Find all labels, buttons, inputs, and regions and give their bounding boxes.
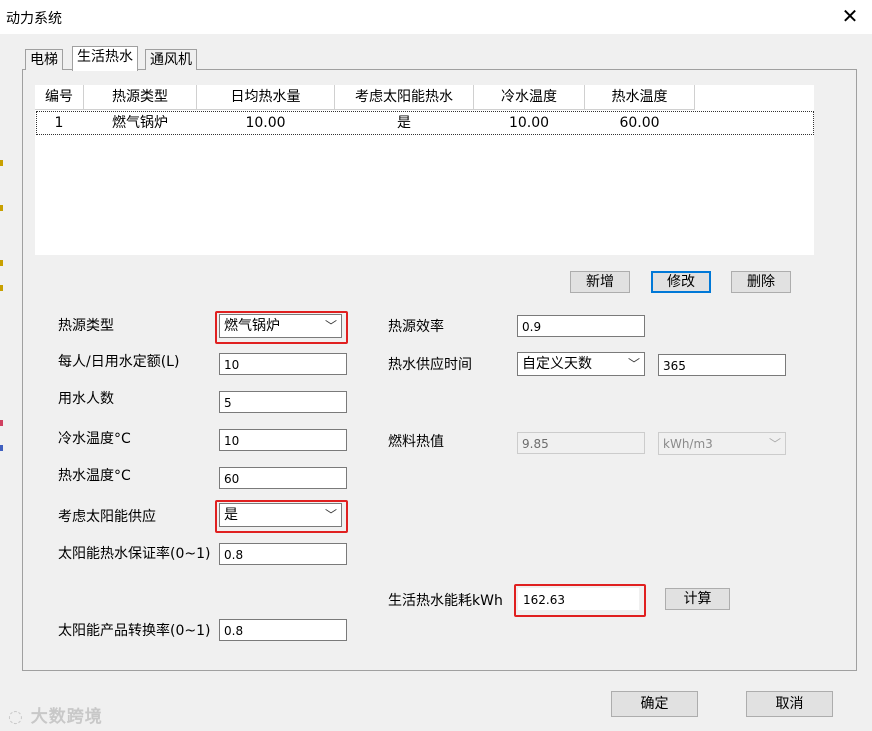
people-input[interactable]: 5	[219, 391, 347, 413]
add-button[interactable]: 新增	[570, 271, 630, 293]
background-edge-mark	[0, 160, 3, 166]
watermark-logo-icon: ◌	[8, 707, 24, 727]
column-header[interactable]: 日均热水量	[197, 85, 335, 110]
solar-value: 是	[224, 507, 238, 523]
ok-button[interactable]: 确定	[611, 691, 698, 717]
column-header[interactable]: 考虑太阳能热水	[335, 85, 474, 110]
fuel-heat-label: 燃料热值	[388, 434, 444, 450]
window-title: 动力系统	[6, 11, 62, 27]
heat-source-type-value: 燃气锅炉	[224, 318, 280, 334]
table-cell: 10.00	[508, 115, 550, 131]
background-edge-mark	[0, 205, 3, 211]
table-cell: 10.00	[245, 115, 286, 131]
column-header[interactable]: 编号	[35, 85, 84, 110]
energy-output[interactable]: 162.63	[518, 588, 639, 610]
chevron-down-icon: ﹀	[324, 319, 337, 333]
efficiency-label: 热源效率	[388, 319, 444, 335]
chevron-down-icon: ﹀	[627, 357, 640, 371]
close-icon[interactable]: ✕	[838, 4, 862, 28]
table-cell: 燃气锅炉	[112, 115, 168, 131]
chevron-down-icon: ﹀	[768, 437, 781, 451]
daily-quota-input[interactable]: 10	[219, 353, 347, 375]
background-edge-mark	[0, 285, 3, 291]
tab-ventilator[interactable]: 通风机	[145, 49, 197, 70]
cancel-button[interactable]: 取消	[746, 691, 833, 717]
fuel-unit-select: kWh/m3 ﹀	[658, 432, 786, 455]
heat-source-type-label: 热源类型	[58, 318, 114, 334]
tab-domestic-hot-water[interactable]: 生活热水	[72, 46, 138, 71]
supply-days-input[interactable]: 365	[658, 354, 786, 376]
fuel-unit-value: kWh/m3	[663, 437, 713, 451]
solar-conversion-input[interactable]: 0.8	[219, 619, 347, 641]
hot-temp-input[interactable]: 60	[219, 467, 347, 489]
background-edge-mark	[0, 260, 3, 266]
chevron-down-icon: ﹀	[324, 508, 337, 522]
solar-select[interactable]: 是 ﹀	[219, 503, 342, 527]
column-header[interactable]: 热水温度	[585, 85, 695, 110]
table-cell: 60.00	[619, 115, 660, 131]
heat-source-type-select[interactable]: 燃气锅炉 ﹀	[219, 314, 342, 338]
daily-quota-label: 每人/日用水定额(L)	[58, 354, 180, 370]
fuel-heat-input: 9.85	[517, 432, 645, 454]
background-edge-mark	[0, 420, 3, 426]
tab-elevator[interactable]: 电梯	[25, 49, 63, 70]
efficiency-input[interactable]: 0.9	[517, 315, 645, 337]
solar-guarantee-input[interactable]: 0.8	[219, 543, 347, 565]
solar-label: 考虑太阳能供应	[58, 509, 156, 525]
delete-button[interactable]: 删除	[731, 271, 791, 293]
hot-temp-label: 热水温度°C	[58, 468, 131, 484]
table-cell: 是	[397, 115, 411, 131]
solar-conversion-label: 太阳能产品转换率(0~1)	[58, 623, 211, 639]
supply-time-mode: 自定义天数	[522, 356, 592, 372]
watermark: ◌ 大数跨境	[8, 702, 103, 727]
column-header[interactable]: 冷水温度	[474, 85, 585, 110]
cold-temp-input[interactable]: 10	[219, 429, 347, 451]
table-cell: 1	[54, 115, 64, 131]
supply-time-select[interactable]: 自定义天数 ﹀	[517, 352, 645, 376]
people-label: 用水人数	[58, 391, 114, 407]
title-bar	[0, 0, 872, 34]
background-edge-mark	[0, 445, 3, 451]
cold-temp-label: 冷水温度°C	[58, 431, 131, 447]
solar-guarantee-label: 太阳能热水保证率(0~1)	[58, 546, 211, 562]
calculate-button[interactable]: 计算	[665, 588, 730, 610]
energy-label: 生活热水能耗kWh	[388, 593, 503, 609]
modify-button[interactable]: 修改	[651, 271, 711, 293]
column-header[interactable]: 热源类型	[84, 85, 197, 110]
watermark-text: 大数跨境	[30, 707, 103, 727]
supply-time-label: 热水供应时间	[388, 357, 472, 373]
